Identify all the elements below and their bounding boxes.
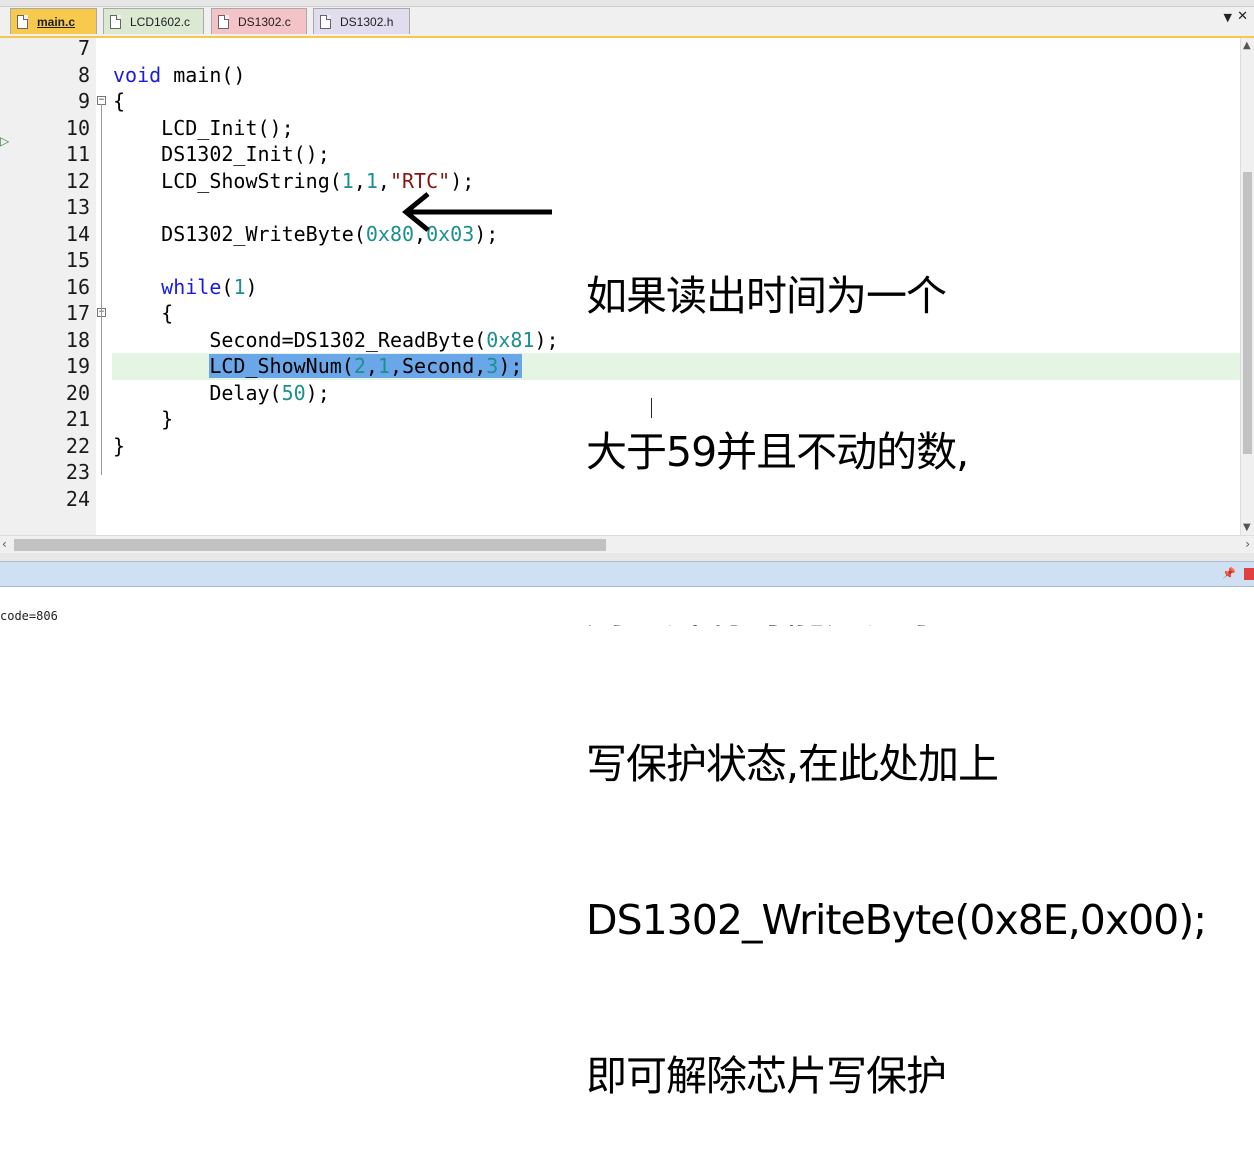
tab-label: DS1302.c xyxy=(238,14,291,29)
line-number: 23 xyxy=(65,460,90,484)
line-number: 11 xyxy=(65,142,90,166)
left-arrow-icon xyxy=(402,192,552,232)
selected-text: LCD_ShowNum(2,1,Second,3); xyxy=(209,354,523,378)
line-number: 18 xyxy=(65,327,90,352)
line-number: 17 xyxy=(65,301,90,325)
code-text: while(1) xyxy=(161,274,258,299)
title-strip xyxy=(0,0,1254,7)
line-number: 12 xyxy=(65,168,90,193)
annotation-text: 如果读出时间为一个 大于59并且不动的数, 则芯片有可能是处于 写保护状态,在此… xyxy=(586,166,1207,1154)
line-number: 10 xyxy=(65,115,90,140)
tab-label: DS1302.h xyxy=(340,14,394,29)
horizontal-scrollbar[interactable]: ‹ › xyxy=(0,535,1254,554)
scrollbar-thumb[interactable] xyxy=(14,539,606,551)
line-number: 22 xyxy=(65,433,90,458)
line-number: 7 xyxy=(77,36,90,60)
tab-main-c[interactable]: main.c xyxy=(10,8,97,34)
vertical-scrollbar[interactable]: ▲ ▼ xyxy=(1240,38,1254,535)
code-text: LCD_ShowNum(2,1,Second,3); xyxy=(113,353,523,380)
code-line[interactable]: 11 DS1302_Init(); xyxy=(0,141,1240,168)
annotation-line: 大于59并且不动的数, xyxy=(586,428,969,476)
code-text: } xyxy=(113,407,174,431)
code-line[interactable]: 9{− xyxy=(0,88,1240,115)
scrollbar-thumb[interactable] xyxy=(1243,172,1252,454)
output-text: code=806 xyxy=(0,609,58,623)
code-text: Second=DS1302_ReadByte(0x81); xyxy=(113,327,559,352)
code-line[interactable]: 10 LCD_Init(); xyxy=(0,115,1240,142)
annotation-line: 写保护状态,在此处加上 xyxy=(586,740,999,788)
tab-lcd1602-c[interactable]: LCD1602.c xyxy=(103,8,204,34)
line-number: 24 xyxy=(65,486,90,511)
line-number: 9 xyxy=(77,89,90,113)
close-panel-icon[interactable] xyxy=(1244,568,1254,580)
code-text: { xyxy=(113,301,174,325)
line-number: 8 xyxy=(77,62,90,87)
build-output-panel: code=806 xyxy=(0,587,1254,625)
scroll-down-icon[interactable]: ▼ xyxy=(1243,522,1251,533)
line-number: 21 xyxy=(65,407,90,431)
scroll-right-icon[interactable]: › xyxy=(1245,537,1250,551)
annotation-line: DS1302_WriteByte(0x8E,0x00); xyxy=(586,896,1207,944)
code-line[interactable]: 8 void main() xyxy=(0,62,1240,89)
file-icon xyxy=(320,14,331,29)
line-number: 13 xyxy=(65,195,90,219)
code-text: DS1302_Init(); xyxy=(113,142,330,166)
line-number: 15 xyxy=(65,248,90,272)
tab-label: LCD1602.c xyxy=(130,14,191,29)
scroll-up-icon[interactable]: ▲ xyxy=(1243,40,1251,51)
file-icon xyxy=(110,14,121,29)
pin-icon[interactable]: 📌 xyxy=(1222,567,1236,580)
code-text: } xyxy=(113,433,126,458)
tab-ds1302-c[interactable]: DS1302.c xyxy=(211,8,307,34)
close-icon[interactable]: ✕ xyxy=(1237,9,1248,24)
code-line[interactable]: 7 xyxy=(0,35,1240,62)
code-text: { xyxy=(113,89,126,113)
scroll-left-icon[interactable]: ‹ xyxy=(2,537,7,551)
tab-ds1302-h[interactable]: DS1302.h xyxy=(313,8,410,34)
annotation-line: 即可解除芯片写保护 xyxy=(586,1052,947,1100)
line-number: 19 xyxy=(65,354,90,378)
dropdown-arrow-icon[interactable]: ▼ xyxy=(1224,11,1232,24)
code-text: void main() xyxy=(113,62,246,87)
file-tab-bar: main.c LCD1602.c DS1302.c DS1302.h ▼ ✕ xyxy=(0,0,1254,38)
output-panel-header: 📌 xyxy=(0,561,1254,587)
line-number: 16 xyxy=(65,274,90,299)
file-icon xyxy=(218,14,229,29)
line-number: 20 xyxy=(65,380,90,405)
panel-splitter[interactable] xyxy=(0,553,1254,561)
line-number: 14 xyxy=(65,221,90,246)
tab-label: main.c xyxy=(37,14,76,29)
file-icon xyxy=(17,14,28,29)
code-text: Delay(50); xyxy=(113,380,330,405)
annotation-line: 如果读出时间为一个 xyxy=(586,272,947,320)
code-text: LCD_Init(); xyxy=(113,115,294,140)
fold-guide xyxy=(101,104,102,475)
